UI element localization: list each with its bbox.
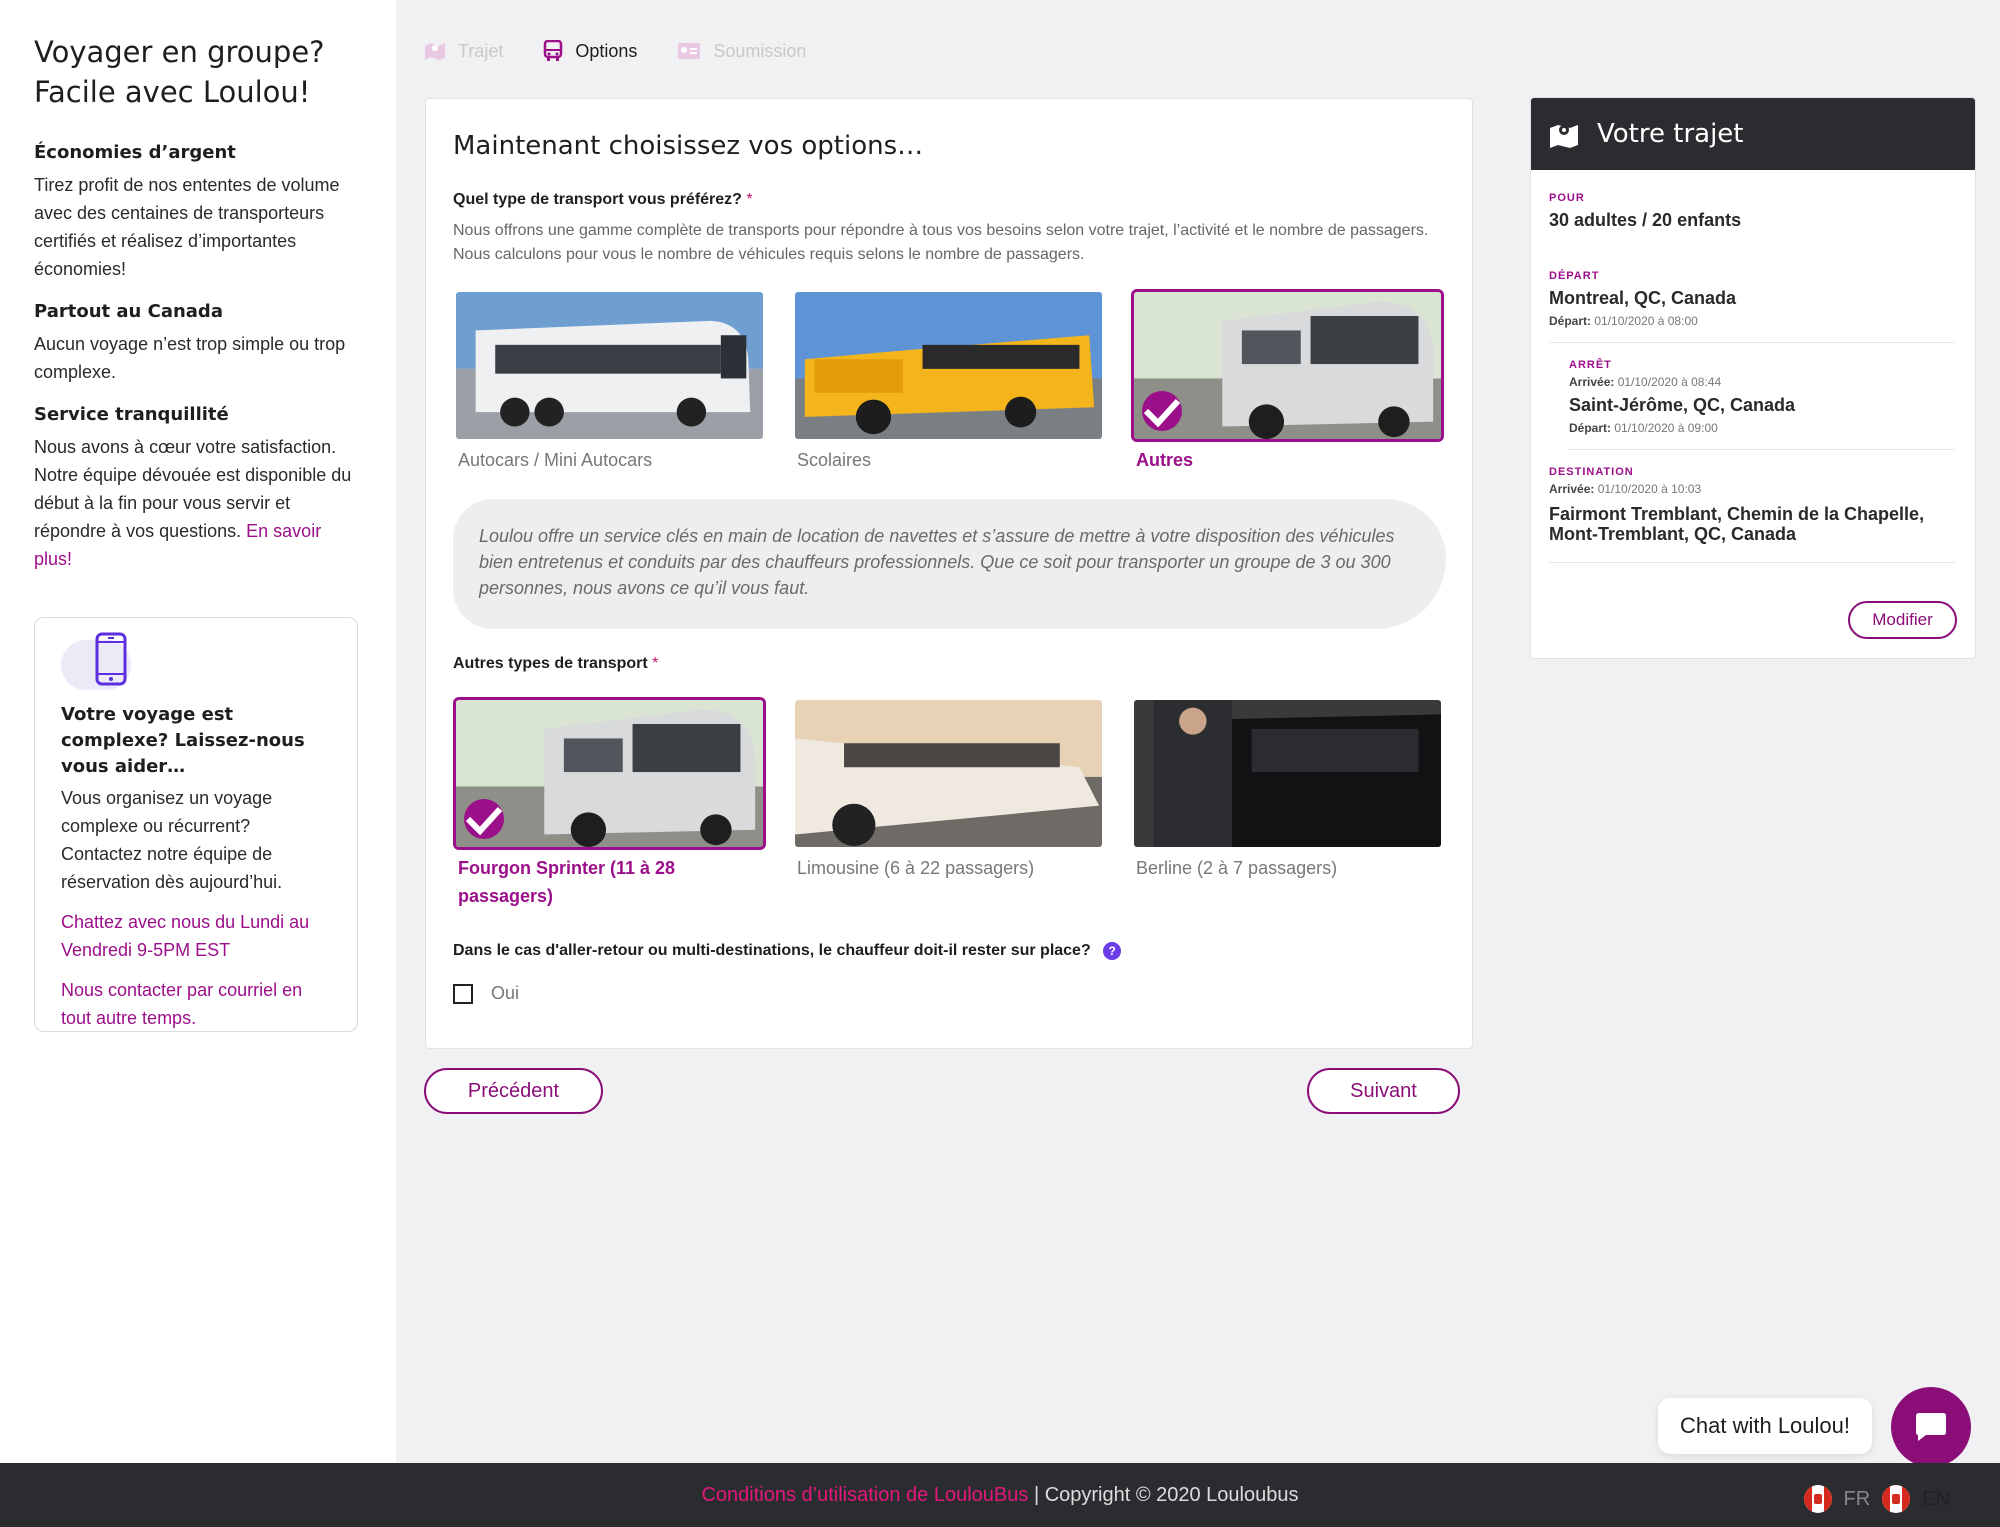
- next-button[interactable]: Suivant: [1307, 1068, 1460, 1114]
- q2-label: Autres types de transport: [453, 655, 648, 672]
- departure-label: DÉPART: [1549, 270, 1600, 282]
- canada-flag-icon: [1882, 1485, 1911, 1513]
- trip-header: Votre trajet: [1531, 98, 1975, 170]
- map-icon: [425, 43, 445, 60]
- tile-autocars[interactable]: Autocars / Mini Autocars: [453, 289, 766, 474]
- language-switcher: FR EN: [1803, 1485, 1950, 1513]
- sprinter-van-image: [1131, 289, 1444, 442]
- sidebar: Voyager en groupe? Facile avec Loulou! É…: [0, 0, 396, 1463]
- copyright-text: | Copyright © 2020 Louloubus: [1033, 1483, 1299, 1506]
- info-box: Loulou offre un service clés en main de …: [453, 499, 1446, 629]
- section-text-canada: Aucun voyage n’est trop simple ou trop c…: [34, 334, 346, 382]
- destination-arrival: Arrivée: 01/10/2020 à 10:03: [1549, 482, 1702, 496]
- help-card: Votre voyage est complexe? Laissez-nous …: [34, 617, 358, 1032]
- step-label-options: Options: [575, 40, 638, 61]
- stay-option-row: Oui: [453, 983, 519, 1004]
- trip-summary: Votre trajet POUR 30 adultes / 20 enfant…: [1530, 97, 1976, 659]
- id-card-icon: [678, 43, 701, 59]
- stepper: Trajet Options Soumission: [424, 40, 806, 62]
- email-contact-link[interactable]: Nous contacter par courriel en tout autr…: [61, 976, 331, 1032]
- q1-description: Nous offrons une gamme complète de trans…: [453, 222, 1429, 263]
- coach-bus-image: [453, 289, 766, 442]
- required-mark: *: [652, 655, 659, 672]
- stop-block: ARRÊT Arrivée: 01/10/2020 à 08:44 Saint-…: [1549, 359, 1955, 450]
- help-text: Vous organisez un voyage complexe ou réc…: [61, 788, 283, 892]
- stop-arrival: Arrivée: 01/10/2020 à 08:44: [1569, 375, 1722, 389]
- previous-button[interactable]: Précédent: [424, 1068, 603, 1114]
- section-heading-service: Service tranquillité: [34, 404, 229, 425]
- lang-fr[interactable]: FR: [1844, 1488, 1871, 1511]
- divider: [1569, 449, 1955, 450]
- tile-label: Autres: [1136, 450, 1194, 470]
- q2-header: Autres types de transport *: [453, 655, 658, 673]
- sprinter-van-image: [453, 697, 766, 850]
- section-heading-savings: Économies d’argent: [34, 142, 236, 163]
- stop-label: ARRÊT: [1569, 359, 1612, 371]
- departure-place: Montreal, QC, Canada: [1549, 288, 1737, 308]
- destination-place: Fairmont Tremblant, Chemin de la Chapell…: [1549, 504, 1925, 544]
- other-type-tiles: Fourgon Sprinter (11 à 28 passagers) Lim…: [453, 697, 1444, 910]
- section-text-service: Nous avons à cœur votre satisfaction. No…: [34, 433, 362, 573]
- tile-scolaires[interactable]: Scolaires: [792, 289, 1105, 474]
- limousine-image: [792, 697, 1105, 850]
- chat-bubble[interactable]: Chat with Loulou!: [1658, 1398, 1872, 1454]
- stay-checkbox[interactable]: [453, 983, 473, 1004]
- selected-check-icon: [1142, 391, 1182, 431]
- step-trajet[interactable]: Trajet: [424, 40, 503, 62]
- modify-trip-button[interactable]: Modifier: [1848, 601, 1957, 639]
- step-label-soumission: Soumission: [713, 40, 807, 61]
- tile-autres[interactable]: Autres: [1131, 289, 1444, 474]
- chat-button[interactable]: [1891, 1387, 1971, 1467]
- transport-type-tiles: Autocars / Mini Autocars Scolaires Autre…: [453, 289, 1444, 474]
- help-title: Votre voyage est complexe? Laissez-nous …: [61, 704, 305, 777]
- stay-option-label: Oui: [491, 983, 520, 1003]
- section-text-savings: Tirez profit de nos ententes de volume a…: [34, 175, 340, 279]
- section-heading-canada: Partout au Canada: [34, 301, 223, 322]
- trip-title: Votre trajet: [1597, 119, 1744, 149]
- departure-time: Départ: 01/10/2020 à 08:00: [1549, 314, 1698, 328]
- chat-hours-link[interactable]: Chattez avec nous du Lundi au Vendredi 9…: [61, 908, 331, 964]
- tile-label: Scolaires: [797, 450, 872, 470]
- options-card: Maintenant choisissez vos options… Quel …: [425, 98, 1473, 1049]
- step-label-trajet: Trajet: [458, 40, 504, 61]
- divider: [1549, 562, 1955, 563]
- tile-limousine[interactable]: Limousine (6 à 22 passagers): [792, 697, 1105, 910]
- required-mark: *: [746, 191, 753, 208]
- stop-place: Saint-Jérôme, QC, Canada: [1569, 395, 1796, 415]
- footer: Conditions d’utilisation de LoulouBus | …: [0, 1463, 2000, 1527]
- for-label: POUR: [1549, 192, 1585, 204]
- help-icon[interactable]: ?: [1103, 942, 1122, 960]
- page-title: Maintenant choisissez vos options…: [453, 131, 924, 161]
- bus-icon: [544, 40, 563, 61]
- tile-sprinter[interactable]: Fourgon Sprinter (11 à 28 passagers): [453, 697, 766, 910]
- q1-header: Quel type de transport vous préférez? *: [453, 191, 1445, 209]
- trip-body: POUR 30 adultes / 20 enfants DÉPART Mont…: [1531, 192, 1975, 563]
- q3-label: Dans le cas d'aller-retour ou multi-dest…: [453, 942, 1091, 960]
- phone-icon-wrap: [61, 632, 131, 692]
- canada-flag-icon: [1803, 1485, 1832, 1513]
- tile-label: Berline (2 à 7 passagers): [1136, 858, 1338, 878]
- sedan-image: [1131, 697, 1444, 850]
- sidebar-title: Voyager en groupe? Facile avec Loulou!: [34, 35, 325, 109]
- map-marker-icon: [1550, 125, 1578, 148]
- tile-label: Autocars / Mini Autocars: [458, 450, 653, 470]
- destination-label: DESTINATION: [1549, 466, 1634, 478]
- for-value: 30 adultes / 20 enfants: [1549, 210, 1742, 230]
- q1-label: Quel type de transport vous préférez?: [453, 191, 742, 208]
- q3-header: Dans le cas d'aller-retour ou multi-dest…: [453, 942, 1122, 960]
- terms-link[interactable]: Conditions d’utilisation de LoulouBus: [701, 1484, 1028, 1507]
- step-options[interactable]: Options: [543, 40, 637, 62]
- chat-icon: [1916, 1413, 1946, 1441]
- step-soumission[interactable]: Soumission: [677, 40, 806, 62]
- phone-icon: [95, 632, 127, 686]
- lang-en[interactable]: EN: [1922, 1488, 1950, 1511]
- tile-label: Fourgon Sprinter (11 à 28 passagers): [458, 858, 676, 906]
- stop-departure: Départ: 01/10/2020 à 09:00: [1569, 421, 1718, 435]
- school-bus-image: [792, 289, 1105, 442]
- selected-check-icon: [464, 799, 504, 839]
- tile-label: Limousine (6 à 22 passagers): [797, 858, 1035, 878]
- divider: [1549, 342, 1955, 343]
- tile-berline[interactable]: Berline (2 à 7 passagers): [1131, 697, 1444, 910]
